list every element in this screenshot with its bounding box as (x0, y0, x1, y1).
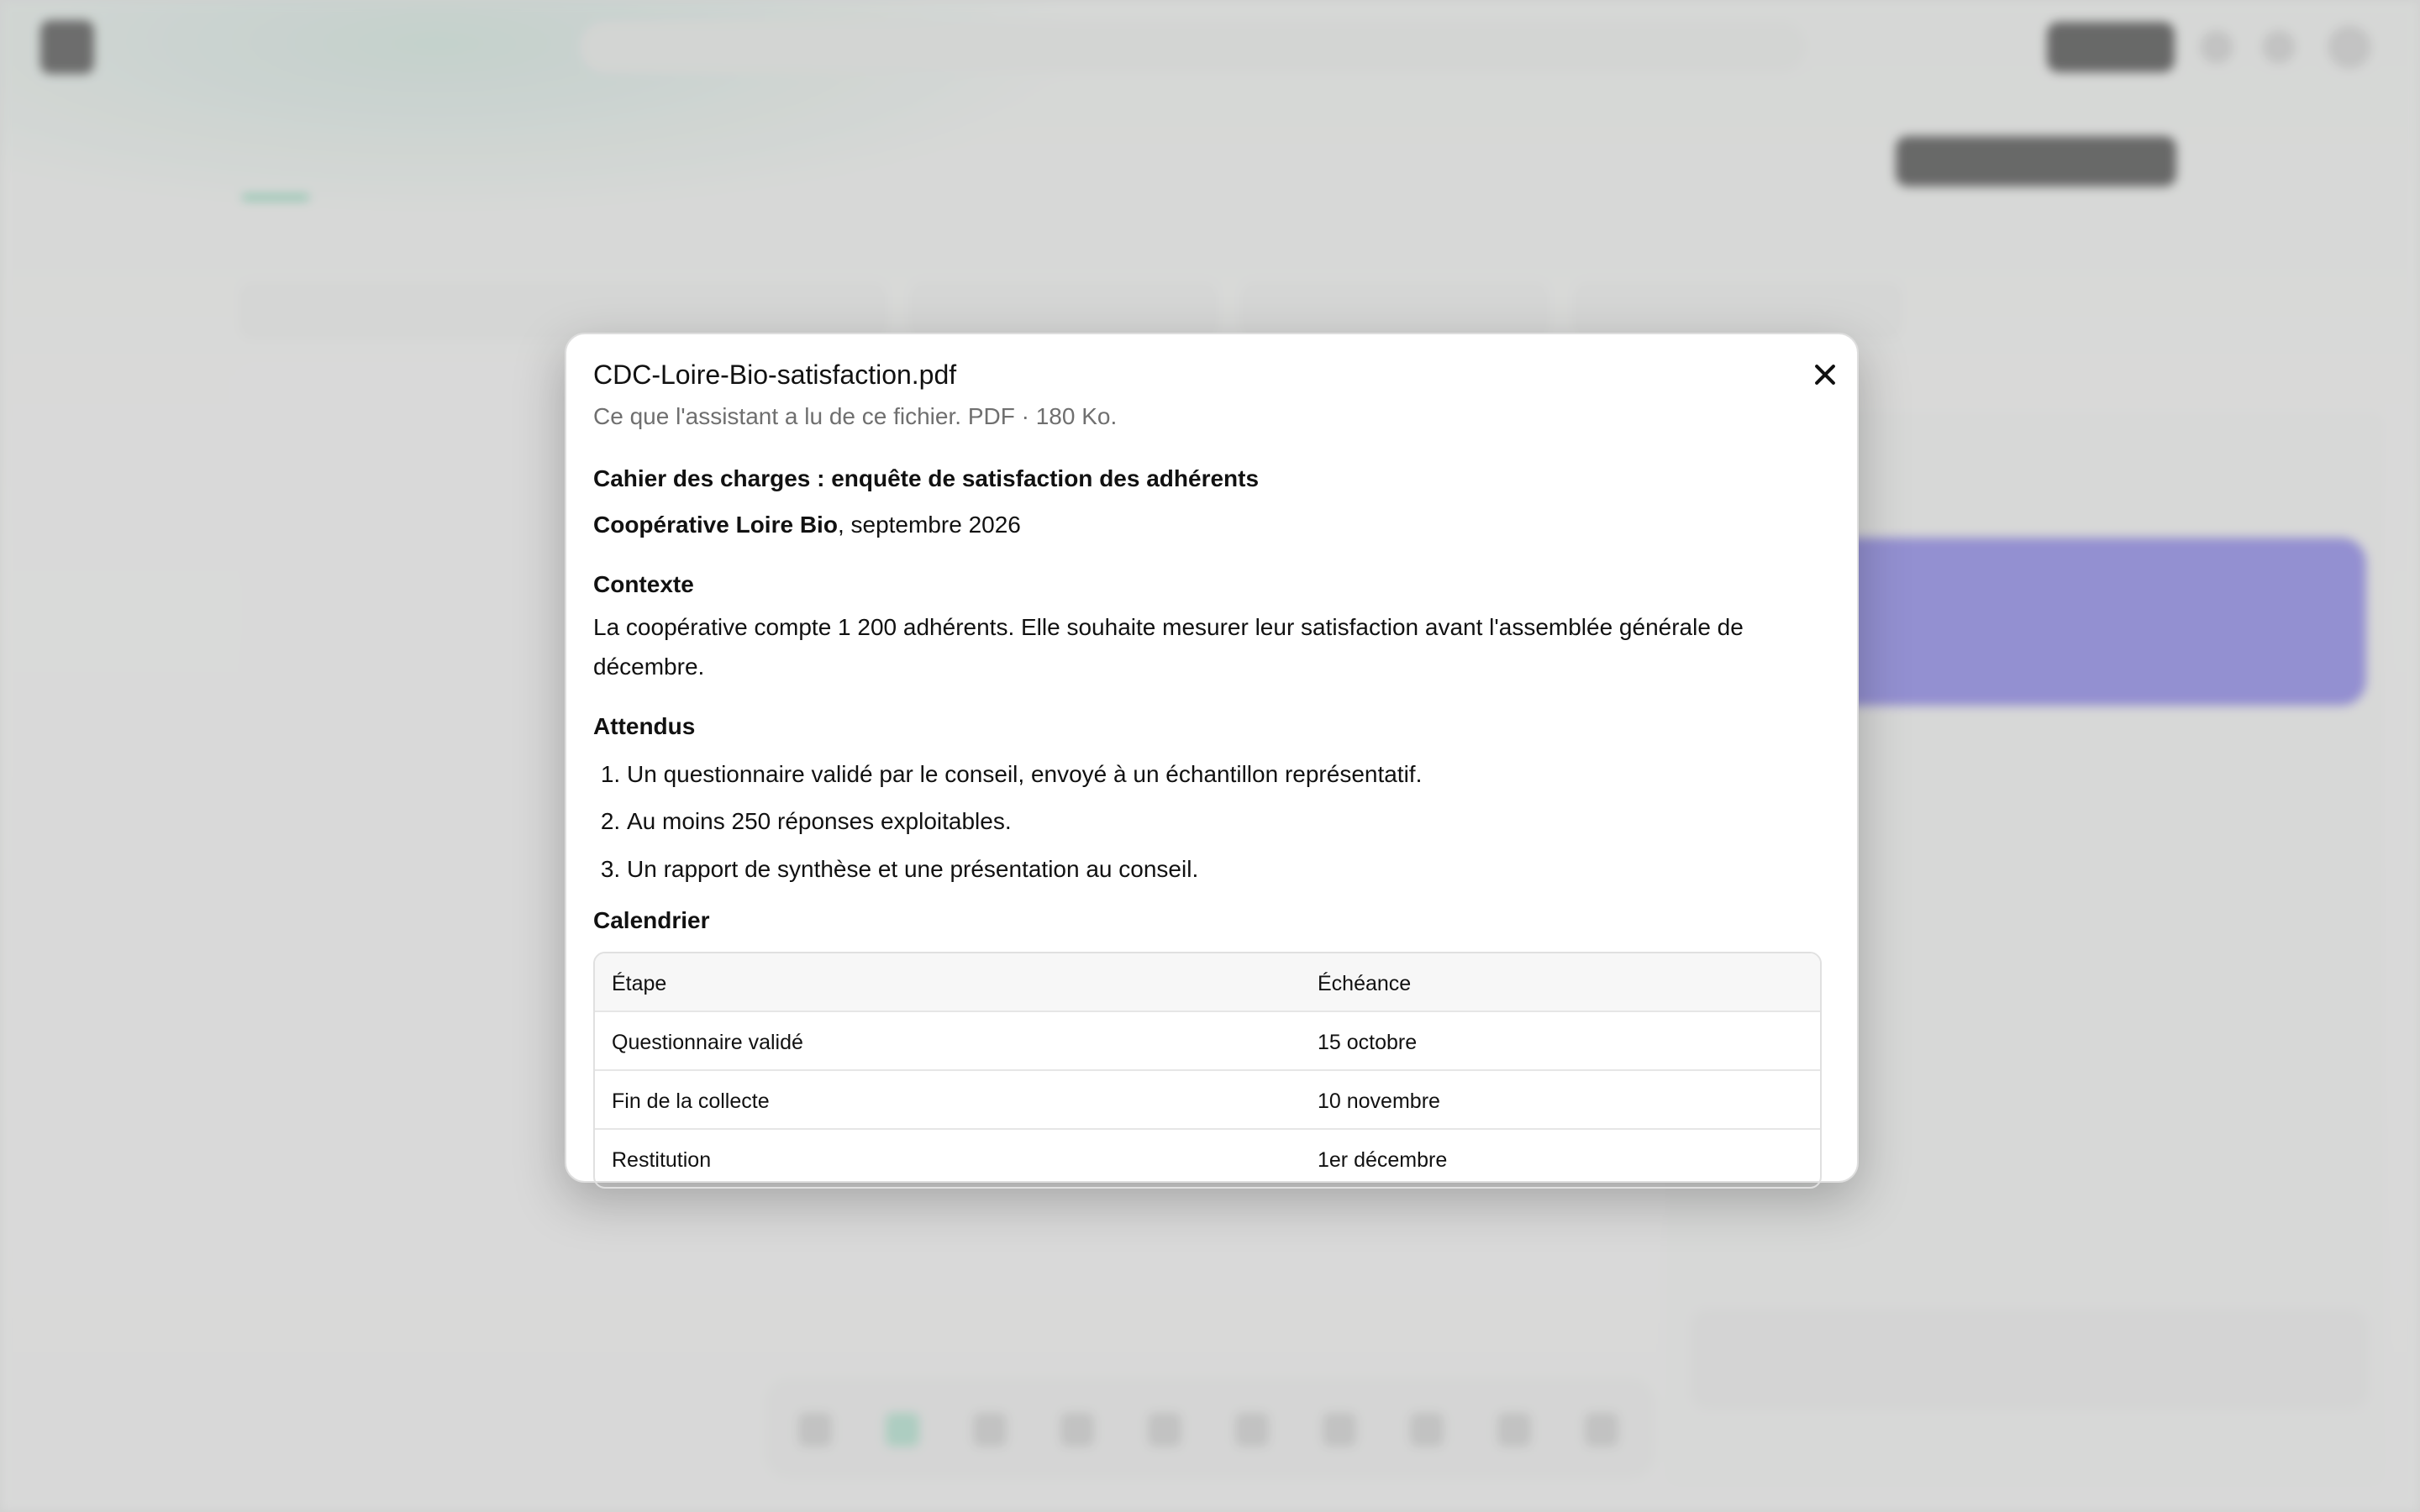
section-title-deliverables: Attendus (593, 712, 696, 739)
section-title-calendar: Calendrier (593, 906, 710, 933)
context-paragraph: La coopérative compte 1 200 adhérents. E… (593, 614, 1744, 680)
deliverables-list: Un questionnaire validé par le conseil, … (593, 756, 1828, 889)
calendar-table: Étape Échéance Questionnaire validé 15 o… (593, 951, 1822, 1189)
table-cell: Fin de la collecte (595, 1068, 1301, 1128)
modal-subtitle: Ce que l'assistant a lu de ce fichier. P… (593, 403, 1118, 429)
client-date: , septembre 2026 (837, 511, 1021, 538)
table-cell: 1er décembre (1301, 1127, 1820, 1187)
section-title-context: Contexte (593, 570, 694, 597)
table-cell: Questionnaire validé (595, 1010, 1301, 1069)
document-client-line: Coopérative Loire Bio, septembre 2026 (593, 507, 1828, 544)
modal-title: CDC-Loire-Bio-satisfaction.pdf (593, 360, 957, 390)
table-cell: 15 octobre (1301, 1010, 1820, 1069)
table-cell: Restitution (595, 1127, 1301, 1187)
table-header-row: Étape Échéance (595, 953, 1820, 1011)
list-item: Au moins 250 réponses exploitables. (627, 803, 1828, 841)
file-preview-modal: CDC-Loire-Bio-satisfaction.pdf Ce que l'… (565, 333, 1859, 1189)
client-name: Coopérative Loire Bio (593, 511, 838, 538)
column-header-step: Étape (595, 953, 1301, 1011)
close-icon[interactable] (1807, 356, 1844, 393)
list-item: Un rapport de synthèse et une présentati… (627, 851, 1828, 889)
table-cell: 10 novembre (1301, 1068, 1820, 1128)
table-row: Fin de la collecte 10 novembre (595, 1068, 1820, 1128)
table-row: Questionnaire validé 15 octobre (595, 1010, 1820, 1069)
document-content: Cahier des charges : enquête de satisfac… (593, 460, 1828, 1189)
table-row: Restitution 1er décembre (595, 1127, 1820, 1187)
column-header-deadline: Échéance (1301, 953, 1820, 1011)
document-heading: Cahier des charges : enquête de satisfac… (593, 465, 1260, 491)
list-item: Un questionnaire validé par le conseil, … (627, 756, 1828, 794)
